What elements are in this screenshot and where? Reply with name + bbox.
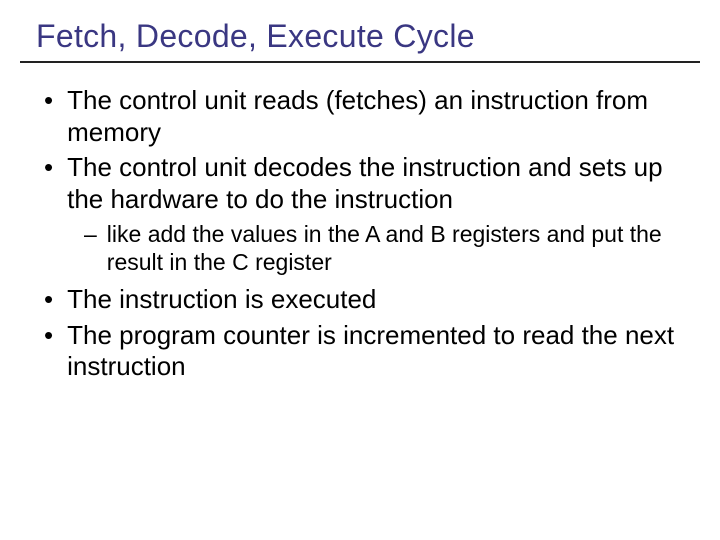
dash-marker-icon: –	[84, 220, 97, 276]
bullet-text: The instruction is executed	[67, 284, 386, 316]
bullet-marker-icon: •	[44, 284, 53, 316]
bullet-text: The control unit decodes the instruction…	[67, 152, 690, 215]
bullet-text: The program counter is incremented to re…	[67, 320, 690, 383]
content-area: • The control unit reads (fetches) an in…	[30, 85, 690, 383]
list-item: • The control unit reads (fetches) an in…	[36, 85, 690, 148]
bullet-text: The control unit reads (fetches) an inst…	[67, 85, 690, 148]
sub-text: like add the values in the A and B regis…	[107, 220, 690, 276]
bullet-list: • The control unit reads (fetches) an in…	[36, 85, 690, 383]
list-item: • The control unit decodes the instructi…	[36, 152, 690, 215]
list-item: • The instruction is executed	[36, 284, 690, 316]
slide-container: Fetch, Decode, Execute Cycle • The contr…	[0, 0, 720, 417]
sub-list-item: – like add the values in the A and B reg…	[36, 220, 690, 276]
title-underline	[20, 61, 700, 63]
bullet-marker-icon: •	[44, 320, 53, 383]
page-title: Fetch, Decode, Execute Cycle	[30, 18, 690, 61]
sub-list: – like add the values in the A and B reg…	[36, 220, 690, 276]
bullet-marker-icon: •	[44, 85, 53, 148]
bullet-marker-icon: •	[44, 152, 53, 215]
list-item: • The program counter is incremented to …	[36, 320, 690, 383]
